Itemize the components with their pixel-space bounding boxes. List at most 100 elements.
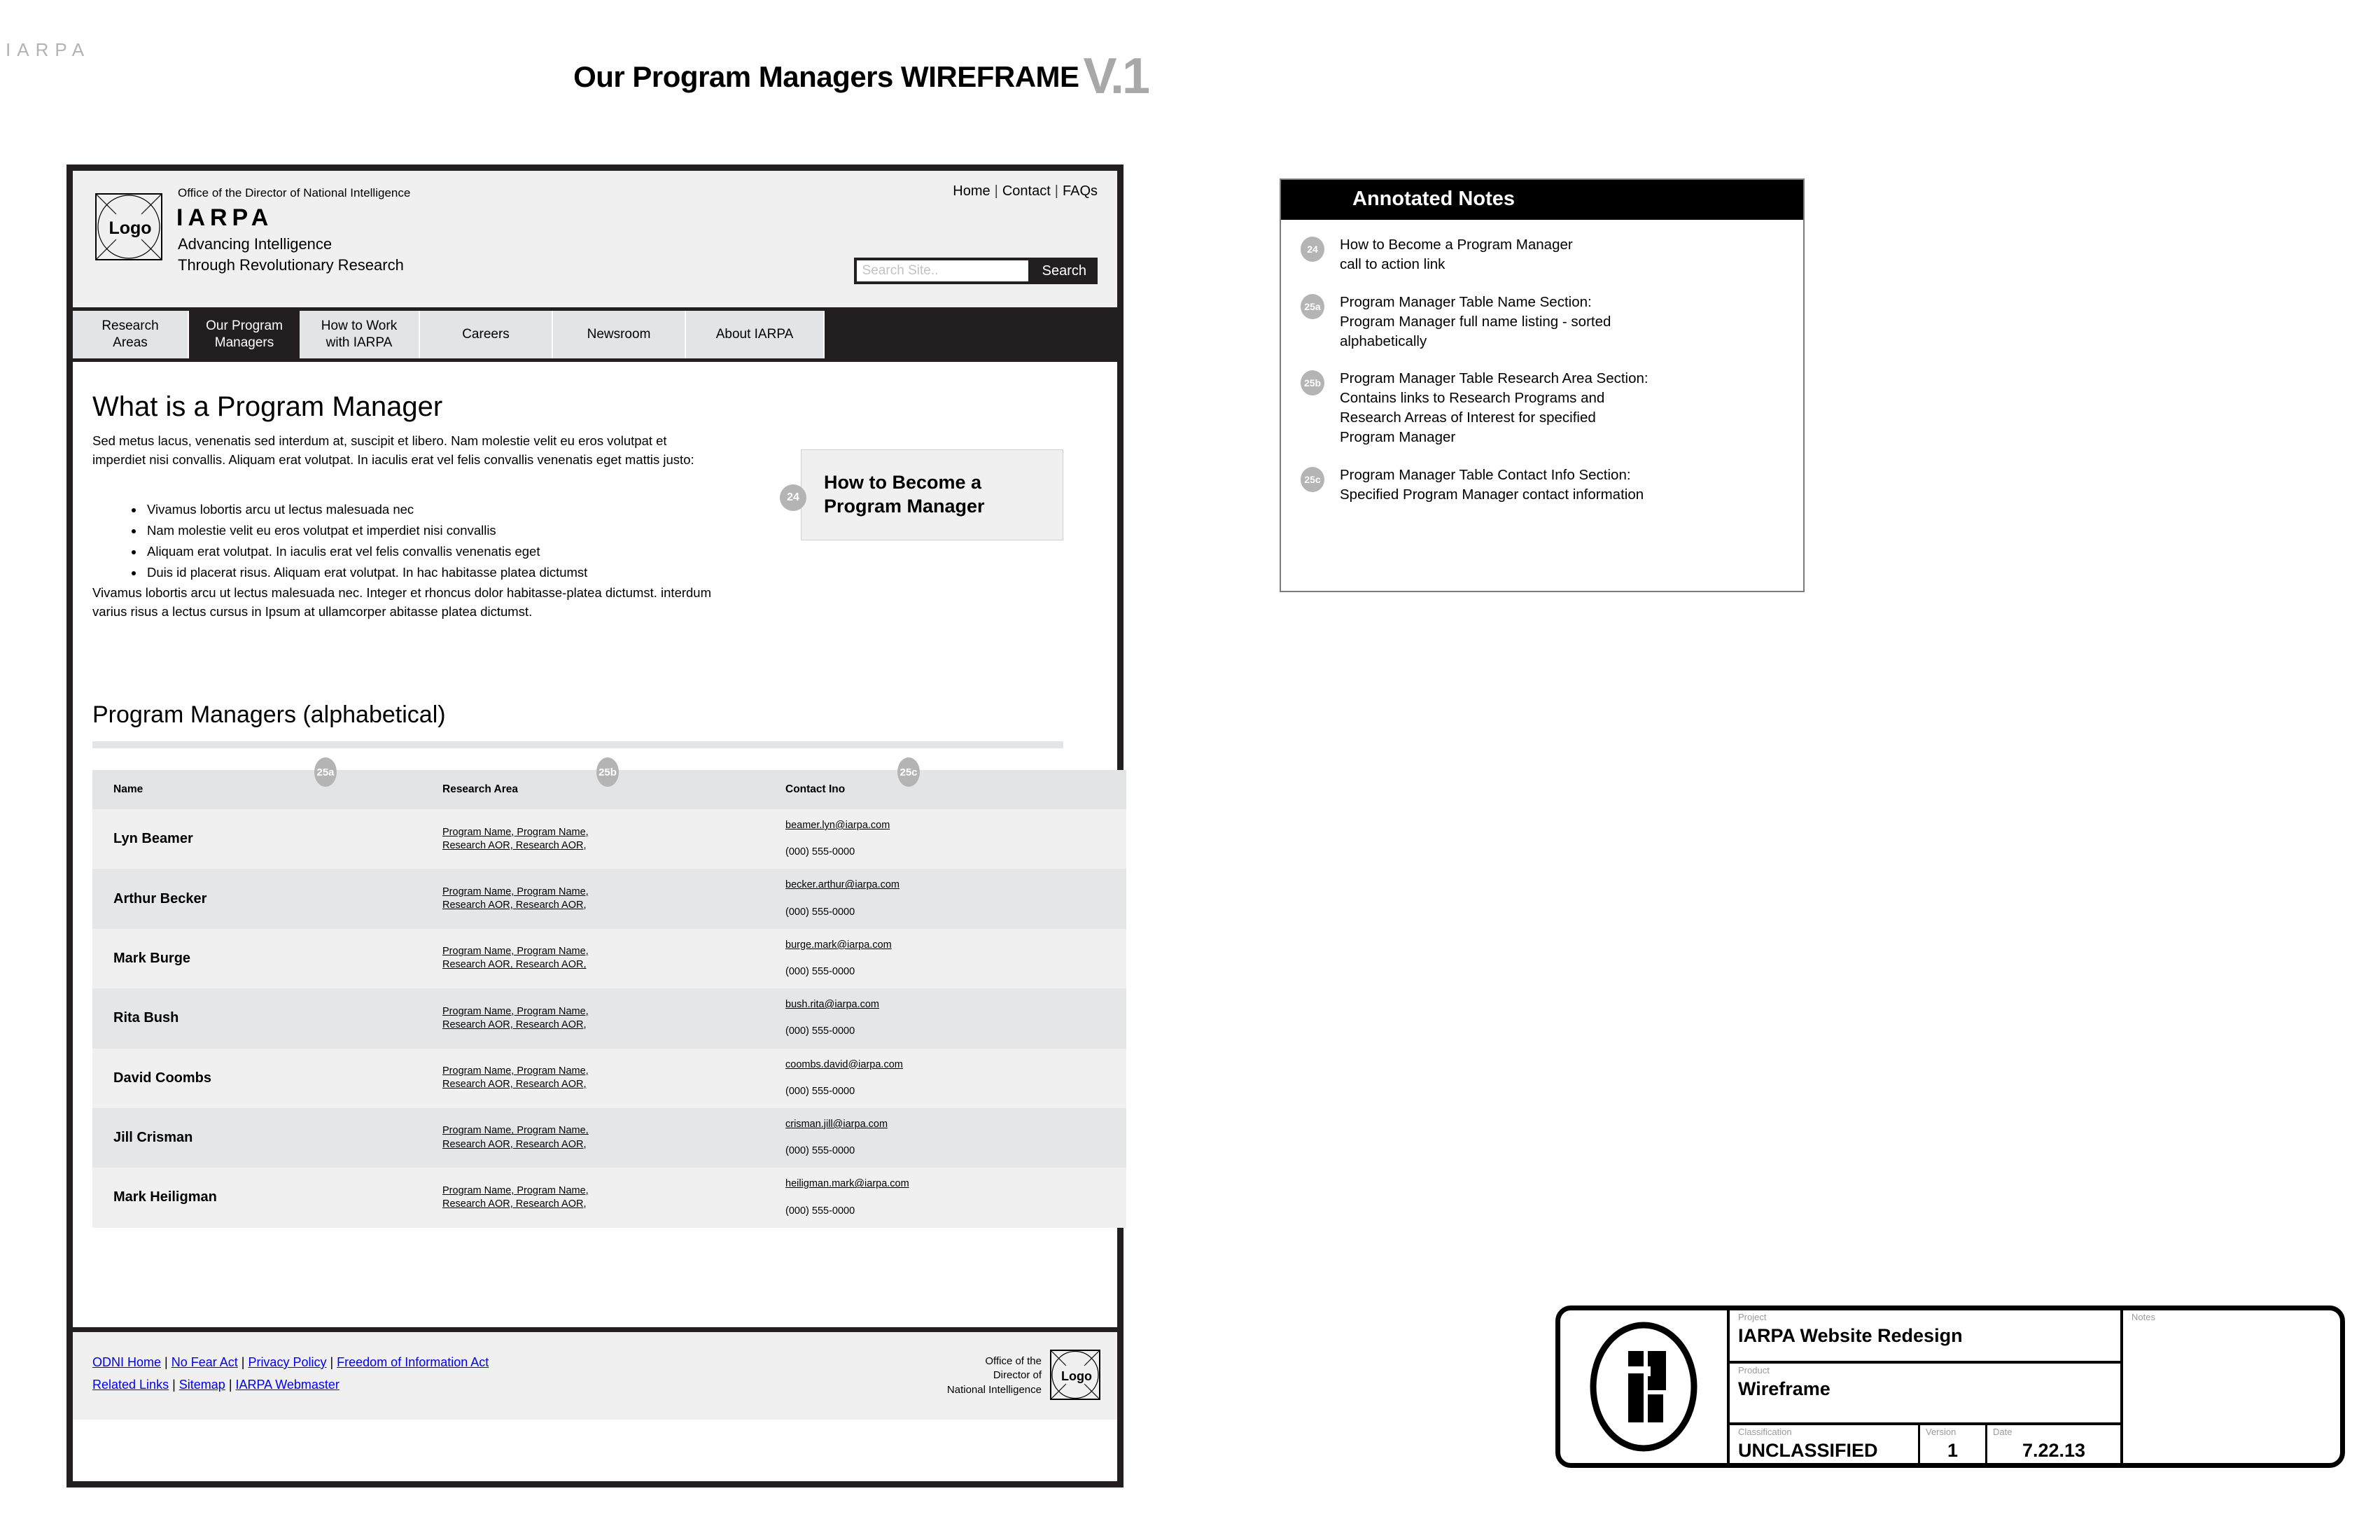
field-label: Notes — [2132, 1312, 2155, 1322]
research-area-link-line1[interactable]: Program Name, Program Name, — [442, 946, 589, 957]
annotated-note-item: 25a Program Manager Table Name Section: Pr… — [1301, 293, 1784, 351]
column-header-name[interactable]: Name — [92, 770, 421, 809]
research-area-links[interactable]: Program Name, Program Name, Research AOR,… — [442, 1184, 764, 1211]
annotation-marker-25a: 25a — [314, 757, 337, 787]
how-to-become-pm-cta[interactable]: How to Become a Program Manager — [801, 449, 1063, 540]
annotation-marker-25c: 25c — [1301, 466, 1324, 492]
nav-item-about-iarpa[interactable]: About IARPA — [686, 311, 825, 358]
annotation-marker-24: 24 — [1301, 237, 1324, 262]
footer-link-odni-home[interactable]: ODNI Home — [92, 1355, 161, 1369]
contact-info: beamer.lyn@iarpa.com (000) 555-0000 — [785, 819, 1126, 859]
nav-label: Newsroom — [587, 327, 651, 342]
email-link[interactable]: bush.rita@iarpa.com — [785, 999, 879, 1010]
pm-name: Mark Burge — [113, 950, 191, 966]
footer-link-privacy-policy[interactable]: Privacy Policy — [248, 1355, 326, 1369]
nav-item-our-program-managers[interactable]: Our Program Managers — [189, 311, 300, 358]
research-area-link-line1[interactable]: Program Name, Program Name, — [442, 1006, 589, 1017]
column-header-research-area[interactable]: Research Area — [421, 770, 764, 809]
footer-separator: | — [228, 1377, 232, 1392]
pm-name: Mark Heiligman — [113, 1189, 217, 1205]
logo-placeholder-icon: Logo — [95, 193, 162, 260]
logo-label: Logo — [108, 218, 152, 238]
cell-name: Jill Crisman — [92, 1107, 421, 1168]
table-row: Lyn Beamer Program Name, Program Name, Res… — [92, 809, 1126, 869]
cell-name: Rita Bush — [92, 988, 421, 1049]
research-area-links[interactable]: Program Name, Program Name, Research AOR,… — [442, 945, 764, 972]
field-project: Project IARPA Website Redesign — [1730, 1310, 2120, 1364]
nav-separator: | — [1054, 183, 1058, 199]
table-row: Mark Heiligman Program Name, Program Name… — [92, 1168, 1126, 1228]
footer-link-no-fear-act[interactable]: No Fear Act — [172, 1355, 238, 1369]
research-area-link-line1[interactable]: Program Name, Program Name, — [442, 1125, 589, 1136]
page-title: What is a Program Manager — [92, 391, 443, 422]
annotation-marker-25b: 25b — [596, 757, 619, 787]
field-label: Project — [1738, 1312, 1767, 1322]
pm-name: Lyn Beamer — [113, 831, 193, 847]
annotation-marker-24: 24 — [780, 484, 806, 511]
research-area-link-line2[interactable]: Research AOR, Research AOR, — [442, 1019, 587, 1030]
footer-links-row2: Related Links | Sitemap | IARPA Webmaster — [92, 1374, 489, 1396]
footer-logo-label: Logo — [1061, 1368, 1092, 1383]
field-label: Date — [1993, 1427, 2012, 1437]
nav-item-newsroom[interactable]: Newsroom — [553, 311, 686, 358]
email-link[interactable]: crisman.jill@iarpa.com — [785, 1119, 888, 1130]
research-area-link-line2[interactable]: Research AOR, Research AOR, — [442, 840, 587, 851]
phone-number: (000) 555-0000 — [785, 1205, 855, 1217]
util-nav-contact[interactable]: Contact — [1002, 183, 1051, 199]
nav-label: Our Program Managers — [206, 318, 283, 350]
research-area-link-line2[interactable]: Research AOR, Research AOR, — [442, 1198, 587, 1210]
table-row: Rita Bush Program Name, Program Name, Rese… — [92, 988, 1126, 1049]
research-area-link-line2[interactable]: Research AOR, Research AOR, — [442, 959, 587, 970]
nav-label: About IARPA — [715, 327, 794, 342]
research-area-links[interactable]: Program Name, Program Name, Research AOR,… — [442, 826, 764, 853]
research-area-link-line1[interactable]: Program Name, Program Name, — [442, 1065, 589, 1077]
research-area-link-line1[interactable]: Program Name, Program Name, — [442, 886, 589, 897]
cell-contact-info: bush.rita@iarpa.com (000) 555-0000 — [764, 988, 1126, 1049]
search-input[interactable] — [853, 258, 1031, 284]
util-nav-home[interactable]: Home — [953, 183, 990, 199]
table-row: David Coombs Program Name, Program Name, R… — [92, 1048, 1126, 1108]
research-area-link-line1[interactable]: Program Name, Program Name, — [442, 827, 589, 838]
program-managers-table: Name Research Area Contact Ino Lyn Beame… — [92, 770, 1126, 1228]
cell-name: Arthur Becker — [92, 869, 421, 929]
field-product: Product Wireframe — [1730, 1364, 2120, 1425]
email-link[interactable]: coombs.david@iarpa.com — [785, 1059, 903, 1070]
research-area-links[interactable]: Program Name, Program Name, Research AOR,… — [442, 1005, 764, 1032]
footer-link-sitemap[interactable]: Sitemap — [179, 1378, 225, 1392]
footer-separator: | — [330, 1355, 334, 1369]
nav-item-research-areas[interactable]: Research Areas — [73, 311, 189, 358]
research-area-links[interactable]: Program Name, Program Name, Research AOR,… — [442, 1124, 764, 1151]
nav-separator: | — [994, 183, 998, 199]
email-link[interactable]: burge.mark@iarpa.com — [785, 939, 892, 951]
footer-link-iarpa-webmaster[interactable]: IARPA Webmaster — [236, 1378, 340, 1392]
research-area-link-line2[interactable]: Research AOR, Research AOR, — [442, 899, 587, 911]
field-date: Date 7.22.13 — [1987, 1425, 2120, 1463]
cell-contact-info: becker.arthur@iarpa.com (000) 555-0000 — [764, 869, 1126, 929]
phone-number: (000) 555-0000 — [785, 906, 855, 918]
email-link[interactable]: heiligman.mark@iarpa.com — [785, 1178, 909, 1189]
list-item: Duis id placerat risus. Aliquam erat vol… — [144, 562, 760, 583]
research-area-link-line2[interactable]: Research AOR, Research AOR, — [442, 1079, 587, 1090]
annotation-marker-25b: 25b — [1301, 370, 1324, 396]
research-area-link-line2[interactable]: Research AOR, Research AOR, — [442, 1139, 587, 1150]
footer-odni-line1: Office of the — [985, 1355, 1042, 1367]
search-button[interactable]: Search — [1030, 258, 1098, 284]
util-nav-faqs[interactable]: FAQs — [1063, 183, 1098, 199]
footer-odni-line3: National Intelligence — [946, 1383, 1042, 1396]
cell-contact-info: heiligman.mark@iarpa.com (000) 555-0000 — [764, 1168, 1126, 1228]
email-link[interactable]: becker.arthur@iarpa.com — [785, 879, 899, 890]
research-area-link-line1[interactable]: Program Name, Program Name, — [442, 1185, 589, 1196]
footer-link-related-links[interactable]: Related Links — [92, 1378, 169, 1392]
research-area-links[interactable]: Program Name, Program Name, Research AOR,… — [442, 1065, 764, 1091]
nav-item-how-to-work-with-iarpa[interactable]: How to Work with IARPA — [300, 311, 420, 358]
cell-contact-info: crisman.jill@iarpa.com (000) 555-0000 — [764, 1107, 1126, 1168]
field-version: Version 1 — [1920, 1425, 1987, 1463]
email-link[interactable]: beamer.lyn@iarpa.com — [785, 820, 890, 831]
footer-link-foia[interactable]: Freedom of Information Act — [337, 1355, 489, 1369]
cell-name: Mark Heiligman — [92, 1168, 421, 1228]
research-area-links[interactable]: Program Name, Program Name, Research AOR,… — [442, 886, 764, 912]
search-group: Search — [853, 258, 1098, 284]
column-header-contact-info[interactable]: Contact Ino — [764, 770, 1126, 809]
pm-name: David Coombs — [113, 1070, 212, 1086]
nav-item-careers[interactable]: Careers — [420, 311, 553, 358]
